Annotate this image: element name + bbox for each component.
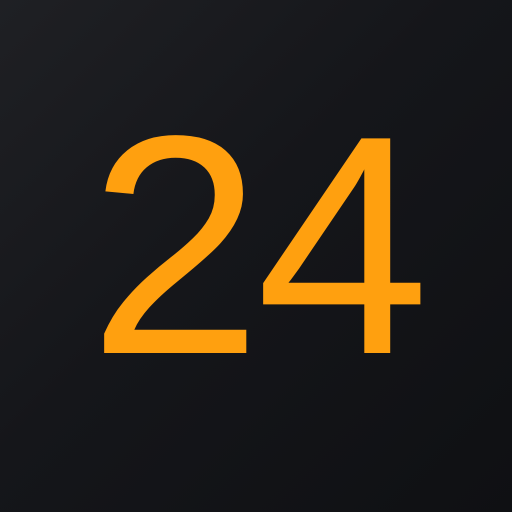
app-icon: 24 — [0, 0, 512, 512]
icon-number-label: 24 — [88, 72, 429, 420]
